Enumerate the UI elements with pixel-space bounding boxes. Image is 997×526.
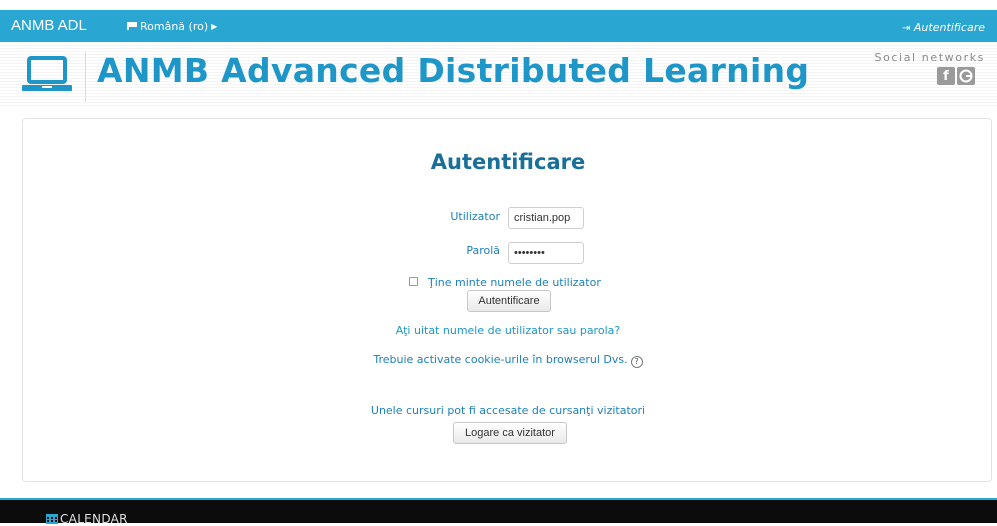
calendar-icon [46, 514, 58, 524]
calendar-label: CALENDAR [60, 512, 128, 526]
username-input[interactable] [508, 207, 584, 229]
guest-access-text: Unele cursuri pot fi accesate de cursanţ… [370, 404, 646, 417]
top-navbar: ANMB ADL Română (ro) ▶ ⇥ Autentificare [0, 10, 997, 42]
cookies-text: Trebuie activate cookie-urile în browser… [373, 353, 628, 366]
login-title: Autentificare [430, 150, 586, 174]
footer-bar: CALENDAR [0, 498, 997, 526]
help-icon[interactable]: ? [630, 356, 643, 368]
password-label: Parolă [466, 244, 500, 257]
language-menu[interactable]: Română (ro) ▶ [127, 20, 217, 33]
social-networks-label: Social networks [874, 51, 985, 64]
forgot-password-link[interactable]: Aţi uitat numele de utilizator sau parol… [0, 324, 997, 337]
password-input[interactable] [508, 242, 584, 264]
site-title[interactable]: ANMB Advanced Distributed Learning [97, 51, 809, 90]
brand-link[interactable]: ANMB ADL [11, 17, 87, 34]
remember-username: Ţine minte numele de utilizator [409, 276, 601, 289]
facebook-icon[interactable]: f [937, 67, 955, 85]
username-label: Utilizator [450, 210, 500, 223]
remember-label[interactable]: Ţine minte numele de utilizator [428, 276, 601, 289]
remember-checkbox[interactable] [409, 277, 418, 286]
login-link-label: Autentificare [913, 21, 985, 34]
caret-right-icon: ▶ [211, 22, 218, 31]
login-link[interactable]: ⇥ Autentificare [902, 21, 985, 34]
calendar-link[interactable]: CALENDAR [46, 512, 128, 526]
laptop-logo-icon [22, 56, 72, 91]
language-label: Română (ro) [140, 20, 209, 33]
header-divider [85, 52, 86, 102]
flag-icon [127, 22, 137, 30]
google-plus-icon[interactable] [957, 67, 975, 85]
sign-in-icon: ⇥ [902, 23, 911, 34]
login-button[interactable]: Autentificare [467, 290, 551, 312]
guest-login-button[interactable]: Logare ca vizitator [453, 422, 567, 444]
cookies-notice: Trebuie activate cookie-urile în browser… [0, 353, 997, 368]
